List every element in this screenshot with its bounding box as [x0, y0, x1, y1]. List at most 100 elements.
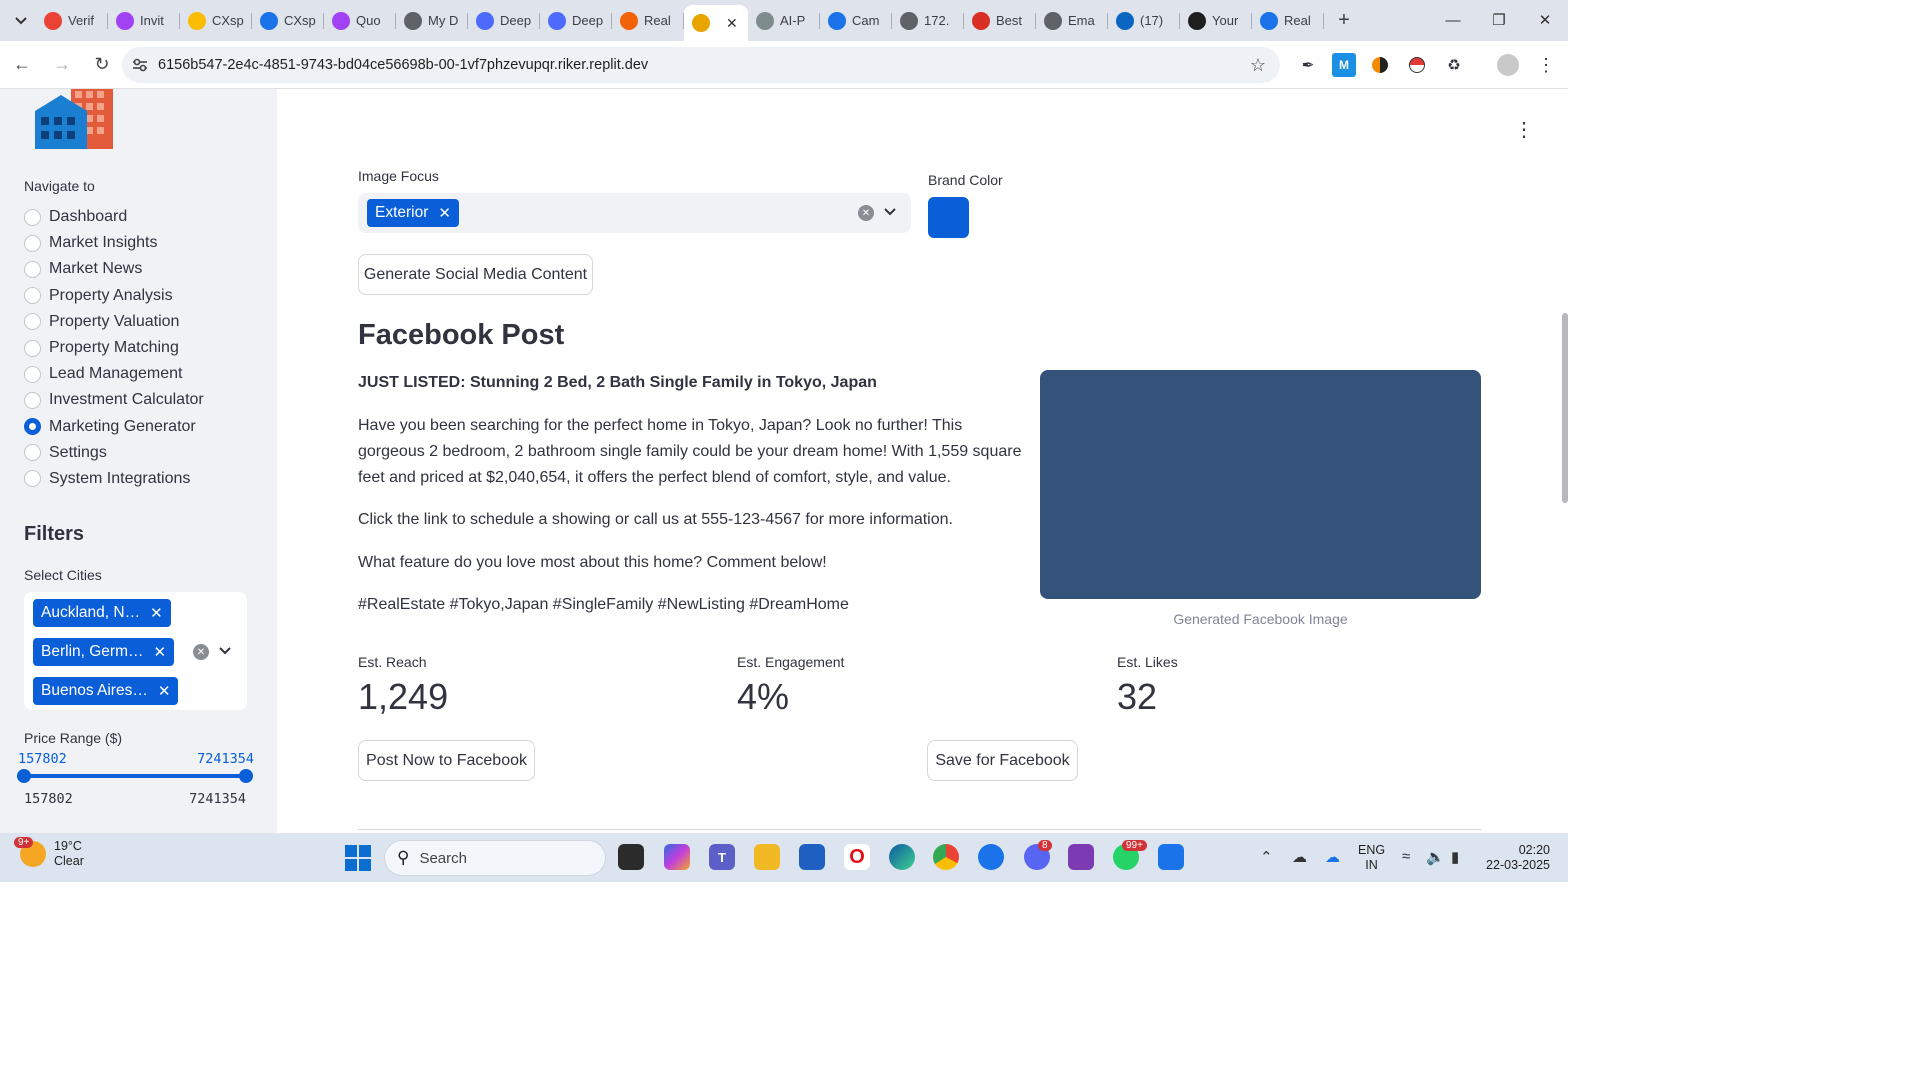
half-circle-extension-icon[interactable] — [1368, 53, 1392, 77]
pokeball-extension-icon[interactable] — [1405, 53, 1429, 77]
price-slider-low-handle[interactable] — [17, 769, 31, 783]
page-scrollbar[interactable] — [1562, 313, 1568, 503]
chevron-down-icon[interactable] — [219, 643, 231, 658]
image-focus-chip[interactable]: Exterior ✕ — [367, 199, 459, 227]
battery-icon[interactable]: ▮ — [1451, 848, 1459, 866]
browser-tab[interactable]: Verif — [36, 5, 108, 37]
app-menu-icon[interactable]: ⋮ — [1514, 117, 1534, 142]
sidebar-item-property-valuation[interactable]: Property Valuation — [24, 309, 204, 335]
browser-tab[interactable]: Real — [612, 5, 684, 37]
tab-search-chevron-icon[interactable] — [6, 6, 36, 36]
clipchamp-icon[interactable] — [1068, 844, 1094, 870]
remove-chip-icon[interactable]: ✕ — [438, 204, 451, 222]
browser-tab[interactable]: Quo — [324, 5, 396, 37]
taskbar-search[interactable]: ⚲ Search — [384, 840, 606, 876]
clear-all-icon[interactable]: ✕ — [858, 205, 874, 221]
close-tab-icon[interactable]: ✕ — [726, 15, 738, 32]
eyedropper-extension-icon[interactable]: ✒ — [1296, 53, 1320, 77]
browser-tab[interactable]: Ema — [1036, 5, 1108, 37]
browser-tab[interactable]: (17) — [1108, 5, 1180, 37]
sidebar-item-dashboard[interactable]: Dashboard — [24, 204, 204, 230]
browser-tab[interactable]: CXsp — [252, 5, 324, 37]
browser-tab[interactable]: Deep — [468, 5, 540, 37]
cities-multiselect[interactable]: Auckland, N… ✕ Berlin, Germ… ✕ Buenos Aire… — [24, 592, 247, 710]
reload-icon[interactable]: ↻ — [84, 47, 120, 83]
minimize-icon[interactable]: — — [1430, 0, 1476, 40]
remove-chip-icon[interactable]: ✕ — [154, 643, 167, 661]
radio-button[interactable] — [24, 287, 41, 305]
restore-icon[interactable]: ❐ — [1476, 0, 1522, 40]
city-chip[interactable]: Buenos Aires… ✕ — [33, 677, 179, 705]
radio-button[interactable] — [24, 444, 41, 462]
edge-icon[interactable] — [889, 844, 915, 870]
task-view-icon[interactable] — [618, 844, 644, 870]
remove-chip-icon[interactable]: ✕ — [158, 682, 171, 700]
price-slider-track[interactable] — [24, 774, 246, 778]
sidebar-item-settings[interactable]: Settings — [24, 440, 204, 466]
extensions-puzzle-icon[interactable]: ♻ — [1442, 53, 1466, 77]
url-text[interactable]: 6156b547-2e4c-4851-9743-bd04ce56698b-00-… — [158, 57, 648, 73]
radio-button[interactable] — [24, 234, 41, 252]
browser-tab[interactable]: AI-P — [748, 5, 820, 37]
browser-tab[interactable]: ✕ — [684, 5, 748, 41]
language-indicator[interactable]: ENG IN — [1358, 843, 1385, 873]
city-chip[interactable]: Auckland, N… ✕ — [33, 599, 171, 627]
browser-tab[interactable]: Invit — [108, 5, 180, 37]
file-explorer-icon[interactable] — [754, 844, 780, 870]
weather-widget[interactable]: 9+ 19°C Clear — [14, 837, 84, 869]
teams-icon[interactable]: T — [709, 844, 735, 870]
show-hidden-icons-chevron[interactable]: ⌃ — [1260, 848, 1273, 866]
browser-tab[interactable]: Your — [1180, 5, 1252, 37]
browser-tab[interactable]: Real — [1252, 5, 1324, 37]
clock[interactable]: 02:20 22-03-2025 — [1484, 843, 1550, 873]
bookmark-star-icon[interactable]: ☆ — [1250, 55, 1266, 76]
address-bar[interactable]: 6156b547-2e4c-4851-9743-bd04ce56698b-00-… — [122, 47, 1280, 83]
radio-button[interactable] — [24, 418, 41, 436]
browser-tab[interactable]: Deep — [540, 5, 612, 37]
onedrive-sync-icon[interactable]: ☁ — [1325, 848, 1340, 866]
clear-all-icon[interactable]: ✕ — [193, 644, 209, 660]
sidebar-item-property-analysis[interactable]: Property Analysis — [24, 283, 204, 309]
back-icon[interactable]: ← — [4, 47, 40, 83]
chevron-down-icon[interactable] — [884, 204, 896, 219]
profile-avatar[interactable] — [1496, 53, 1520, 77]
radio-button[interactable] — [24, 365, 41, 383]
sidebar-item-system-integrations[interactable]: System Integrations — [24, 466, 204, 492]
image-focus-multiselect[interactable]: Exterior ✕ ✕ — [358, 193, 911, 233]
wifi-icon[interactable]: ≈ — [1402, 848, 1410, 865]
forward-icon[interactable]: → — [44, 47, 80, 83]
sidebar-item-market-news[interactable]: Market News — [24, 256, 204, 282]
m-extension-icon[interactable]: M — [1332, 53, 1356, 77]
close-window-icon[interactable]: ✕ — [1522, 0, 1568, 40]
windows-start-icon[interactable] — [345, 845, 371, 871]
radio-button[interactable] — [24, 391, 41, 409]
radio-button[interactable] — [24, 339, 41, 357]
notepad-icon[interactable] — [1158, 844, 1184, 870]
volume-icon[interactable]: 🔈 — [1426, 848, 1445, 866]
sidebar-item-lead-management[interactable]: Lead Management — [24, 361, 204, 387]
chrome-icon[interactable] — [933, 844, 959, 870]
price-slider-high-handle[interactable] — [239, 769, 253, 783]
generate-social-media-button[interactable]: Generate Social Media Content — [358, 254, 593, 295]
onedrive-icon[interactable]: ☁ — [1292, 848, 1307, 866]
copilot-icon[interactable] — [664, 844, 690, 870]
sidebar-item-market-insights[interactable]: Market Insights — [24, 230, 204, 256]
remove-chip-icon[interactable]: ✕ — [150, 604, 163, 622]
microsoft-store-icon[interactable] — [799, 844, 825, 870]
new-tab-button[interactable]: + — [1330, 9, 1358, 32]
browser-tab[interactable]: Cam — [820, 5, 892, 37]
post-now-button[interactable]: Post Now to Facebook — [358, 740, 535, 781]
browser-tab[interactable]: My D — [396, 5, 468, 37]
chrome-menu-icon[interactable]: ⋮ — [1534, 53, 1558, 77]
city-chip[interactable]: Berlin, Germ… ✕ — [33, 638, 175, 666]
brand-color-swatch[interactable] — [928, 197, 969, 238]
radio-button[interactable] — [24, 313, 41, 331]
radio-button[interactable] — [24, 208, 41, 226]
sidebar-item-property-matching[interactable]: Property Matching — [24, 335, 204, 361]
arc-app-icon[interactable] — [978, 844, 1004, 870]
radio-button[interactable] — [24, 470, 41, 488]
browser-tab[interactable]: CXsp — [180, 5, 252, 37]
browser-tab[interactable]: 172. — [892, 5, 964, 37]
browser-tab[interactable]: Best — [964, 5, 1036, 37]
site-info-icon[interactable] — [122, 58, 158, 72]
